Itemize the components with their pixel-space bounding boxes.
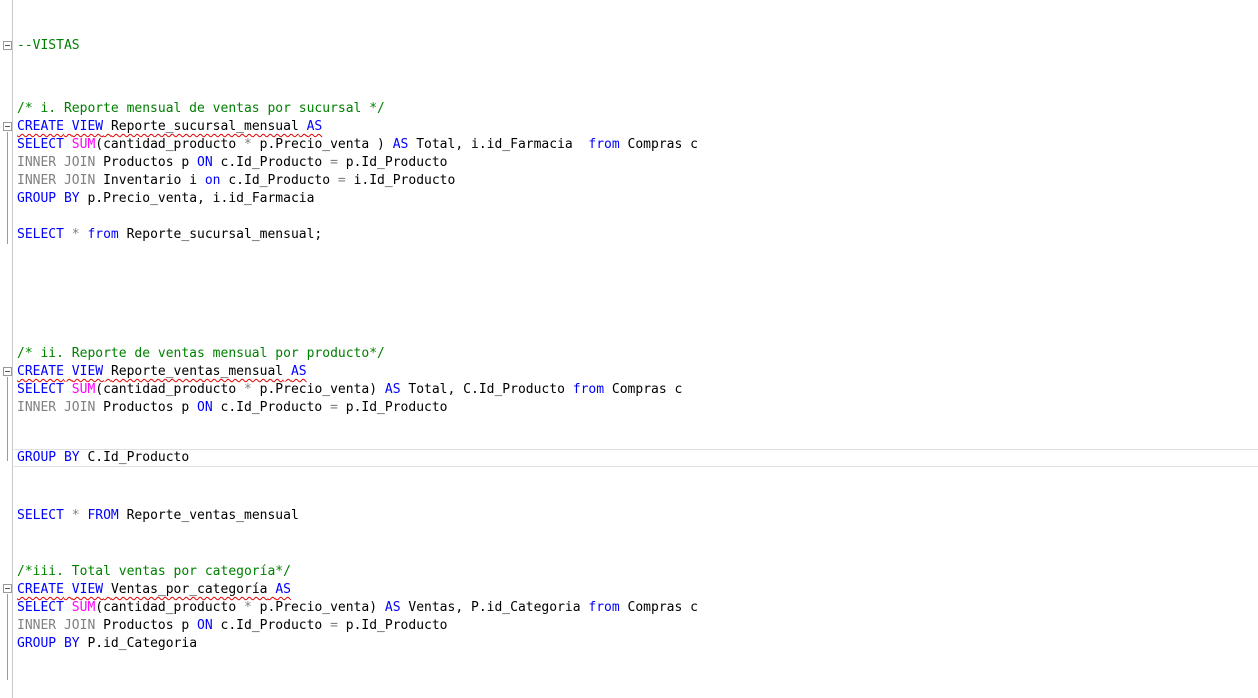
code-line[interactable]: INNER JOIN Productos p ON c.Id_Producto … (17, 399, 448, 417)
sql-editor[interactable]: --VISTAS /* i. Reporte mensual de ventas… (0, 0, 1258, 698)
code-line[interactable]: CREATE VIEW Reporte_sucursal_mensual AS (17, 118, 322, 136)
create-view-statement: CREATE VIEW Reporte_ventas_mensual AS (17, 364, 307, 379)
collapse-region-vistas-icon[interactable] (3, 41, 12, 50)
comment: /* ii. Reporte de ventas mensual por pro… (17, 346, 385, 361)
collapse-region-view2-icon[interactable] (3, 367, 12, 376)
code-line[interactable]: GROUP BY p.Precio_venta, i.id_Farmacia (17, 190, 314, 208)
code-line[interactable]: INNER JOIN Productos p ON c.Id_Producto … (17, 154, 448, 172)
code-line[interactable]: GROUP BY P.id_Categoria (17, 635, 197, 653)
collapse-region-view1-icon[interactable] (3, 122, 12, 131)
code-line[interactable]: SELECT * from Reporte_sucursal_mensual; (17, 226, 322, 244)
create-view-statement: CREATE VIEW Ventas_por_categoría AS (17, 582, 291, 597)
comment: /*iii. Total ventas por categoría*/ (17, 564, 291, 579)
code-line[interactable]: INNER JOIN Productos p ON c.Id_Producto … (17, 617, 448, 635)
code-line[interactable]: GROUP BY C.Id_Producto (17, 449, 189, 467)
collapse-region-view3-icon[interactable] (3, 584, 12, 593)
code-line[interactable]: /*iii. Total ventas por categoría*/ (17, 563, 291, 581)
code-line[interactable]: --VISTAS (17, 37, 80, 55)
code-line[interactable]: SELECT SUM(cantidad_producto * p.Precio_… (17, 381, 682, 399)
code-line[interactable]: SELECT * FROM Reporte_ventas_mensual (17, 507, 299, 525)
code-line[interactable]: /* ii. Reporte de ventas mensual por pro… (17, 345, 385, 363)
fold-stem (7, 377, 8, 461)
code-line[interactable]: SELECT SUM(cantidad_producto * p.Precio_… (17, 599, 698, 617)
create-view-statement: CREATE VIEW Reporte_sucursal_mensual AS (17, 119, 323, 134)
code-line[interactable]: SELECT SUM(cantidad_producto * p.Precio_… (17, 136, 698, 154)
fold-stem (7, 132, 8, 244)
code-line[interactable]: /* i. Reporte mensual de ventas por sucu… (17, 100, 385, 118)
code-line[interactable]: CREATE VIEW Reporte_ventas_mensual AS (17, 363, 307, 381)
comment: /* i. Reporte mensual de ventas por sucu… (17, 101, 385, 116)
editor-gutter (12, 0, 13, 698)
fold-stem (7, 594, 8, 680)
code-line[interactable]: INNER JOIN Inventario i on c.Id_Producto… (17, 172, 455, 190)
comment: --VISTAS (17, 38, 80, 53)
code-line[interactable]: CREATE VIEW Ventas_por_categoría AS (17, 581, 291, 599)
current-line-highlight (14, 449, 1258, 467)
